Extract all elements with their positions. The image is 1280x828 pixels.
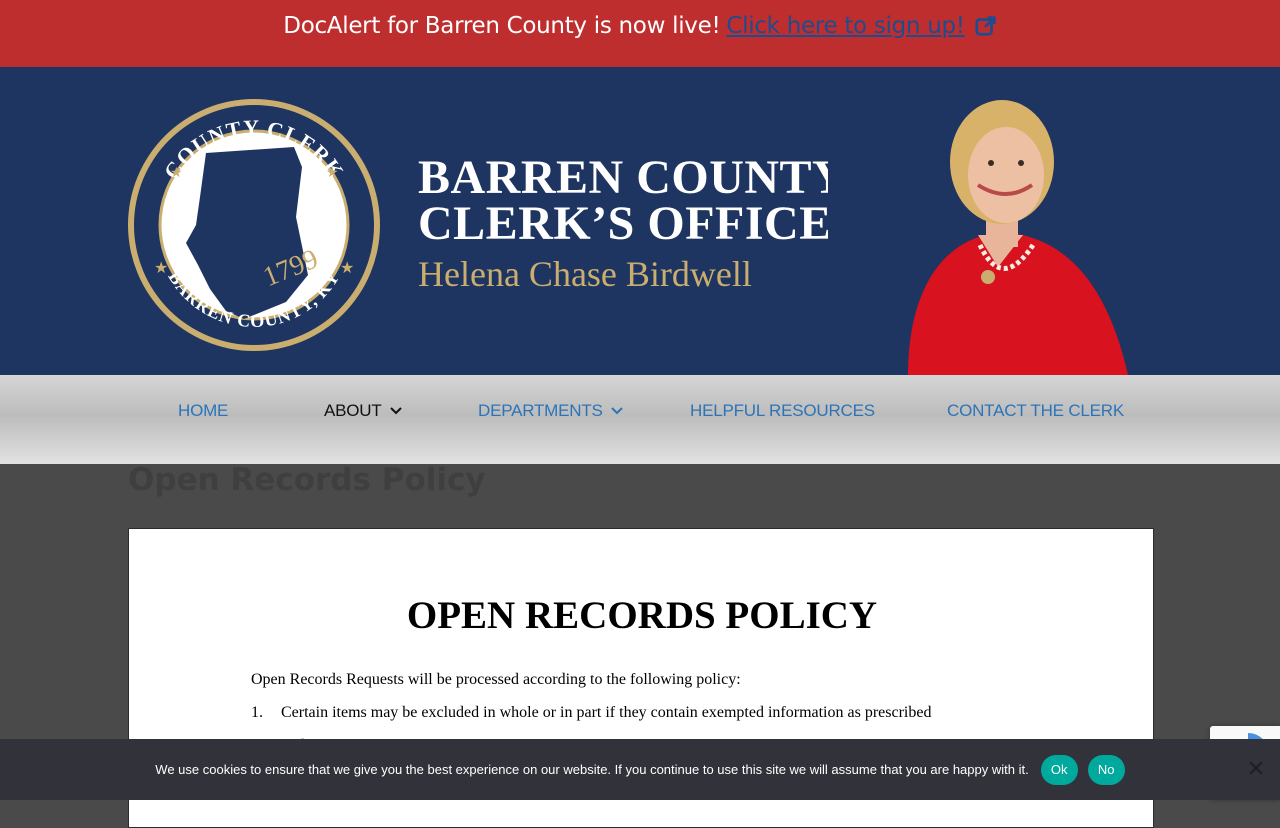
cookie-ok-button[interactable]: Ok (1040, 754, 1078, 785)
page-title: Open Records Policy (128, 462, 486, 498)
cookie-no-button[interactable]: No (1087, 754, 1125, 785)
main-nav: HOME ABOUT DEPARTMENTS HELPFUL RESOURCES… (0, 375, 1280, 464)
office-title: BARREN COUNTY CLERK’S OFFICE (418, 151, 848, 250)
external-link-icon[interactable] (975, 15, 997, 37)
office-title-line2: CLERK’S OFFICE (418, 197, 832, 250)
office-title-line1: BARREN COUNTY (418, 151, 848, 204)
header-banner: COUNTY CLERK BARREN COUNTY, KY 1799 ★ ★ … (0, 67, 1280, 375)
document-intro: Open Records Requests will be processed … (251, 671, 741, 688)
svg-text:★: ★ (170, 164, 183, 180)
nav-about-label: ABOUT (324, 401, 382, 420)
cookie-text: We use cookies to ensure that we give yo… (155, 762, 1029, 777)
chevron-down-icon (389, 407, 402, 415)
county-clerk-seal[interactable]: COUNTY CLERK BARREN COUNTY, KY 1799 ★ ★ … (126, 97, 382, 353)
svg-text:★: ★ (326, 164, 339, 180)
cookie-notice: We use cookies to ensure that we give yo… (0, 739, 1280, 800)
list-item-text: Certain items may be excluded in whole o… (281, 704, 932, 721)
nav-helpful-resources-label: HELPFUL RESOURCES (690, 401, 875, 420)
nav-contact-label: CONTACT THE CLERK (947, 401, 1125, 420)
nav-departments[interactable]: DEPARTMENTS (478, 401, 623, 421)
close-icon[interactable] (1248, 760, 1264, 776)
nav-departments-label: DEPARTMENTS (478, 401, 603, 420)
nav-home[interactable]: HOME (178, 401, 228, 421)
svg-text:★: ★ (340, 260, 354, 277)
nav-about[interactable]: ABOUT (324, 401, 402, 421)
clerk-name: Helena Chase Birdwell (418, 254, 752, 294)
document-heading: OPEN RECORDS POLICY (406, 594, 878, 637)
list-item: 1. Certain items may be excluded in whol… (251, 704, 931, 722)
nav-helpful-resources[interactable]: HELPFUL RESOURCES (690, 401, 875, 421)
signup-link[interactable]: Click here to sign up! (726, 13, 965, 39)
announcement-text: DocAlert for Barren County is now live! (283, 12, 721, 39)
chevron-down-icon (610, 407, 623, 415)
nav-contact-the-clerk[interactable]: CONTACT THE CLERK (947, 401, 1124, 421)
clerk-portrait (828, 67, 1138, 375)
announcement-bar: DocAlert for Barren County is now live! … (0, 0, 1280, 67)
svg-text:★: ★ (154, 260, 168, 277)
nav-home-label: HOME (178, 401, 229, 420)
list-item-number: 1. (251, 704, 263, 721)
